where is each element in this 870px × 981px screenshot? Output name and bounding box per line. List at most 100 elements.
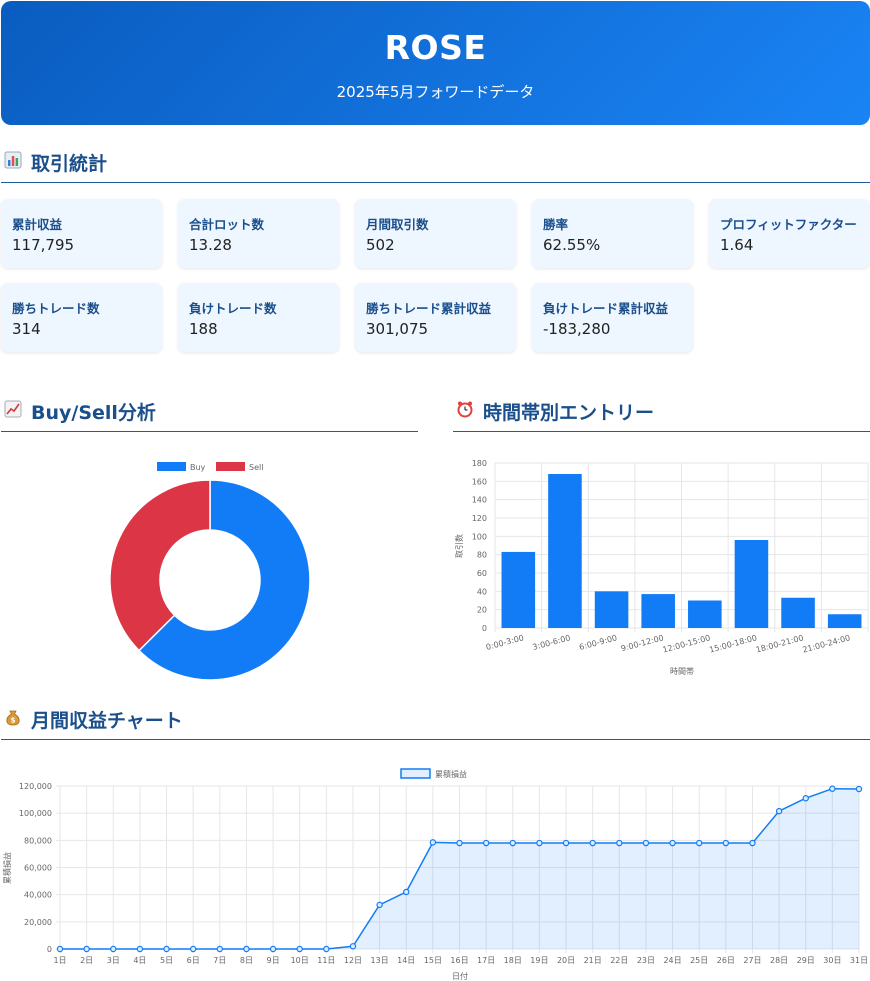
x-tick-label: 2日 bbox=[80, 956, 93, 965]
data-point[interactable] bbox=[456, 839, 463, 847]
section-title-text: 時間帯別エントリー bbox=[483, 402, 655, 424]
data-point[interactable] bbox=[509, 839, 516, 847]
stat-label: 負けトレード数 bbox=[189, 301, 277, 316]
data-point[interactable] bbox=[802, 795, 809, 802]
y-tick-label: 0 bbox=[47, 945, 52, 954]
bar[interactable] bbox=[548, 474, 582, 628]
data-point[interactable] bbox=[216, 945, 223, 953]
bar[interactable] bbox=[827, 614, 862, 628]
page-title: ROSE bbox=[384, 28, 487, 67]
data-point[interactable] bbox=[296, 945, 303, 953]
data-point[interactable] bbox=[243, 945, 250, 953]
legend-swatch-buy[interactable] bbox=[157, 462, 186, 471]
data-point[interactable] bbox=[562, 839, 570, 847]
data-point[interactable] bbox=[429, 839, 437, 846]
line-y-ticks: 0 20,000 40,000 60,000 80,000 100,000 120,000 bbox=[19, 782, 52, 954]
stat-value: 314 bbox=[12, 320, 41, 338]
data-point[interactable] bbox=[83, 945, 90, 953]
x-tick-label: 8日 bbox=[240, 956, 253, 965]
data-point[interactable] bbox=[403, 888, 410, 896]
stat-label: プロフィットファクター bbox=[720, 217, 857, 232]
y-tick-label: 60,000 bbox=[24, 864, 52, 873]
data-point[interactable] bbox=[536, 839, 543, 847]
x-tick-label: 19日 bbox=[530, 956, 548, 965]
x-tick-label: 24日 bbox=[663, 956, 681, 965]
x-tick-label: 15日 bbox=[424, 956, 442, 965]
legend-label-sell[interactable]: Sell bbox=[249, 463, 263, 472]
monthly-profit-line-chart: 累積損益 0 20,000 40,000 60,000 80,000 100,000 120… bbox=[2, 768, 868, 981]
stat-label: 合計ロット数 bbox=[189, 217, 265, 232]
bar[interactable] bbox=[594, 591, 629, 628]
data-point[interactable] bbox=[642, 839, 650, 847]
stat-value: -183,280 bbox=[543, 320, 611, 338]
x-tick-label: 17日 bbox=[477, 956, 495, 965]
data-point[interactable] bbox=[110, 945, 117, 953]
bar[interactable] bbox=[734, 540, 769, 628]
x-tick-label: 9:00-12:00 bbox=[620, 633, 665, 653]
x-tick-label: 22日 bbox=[610, 956, 628, 965]
stat-card-monthly-trades: 月間取引数 502 bbox=[355, 199, 516, 268]
legend-label[interactable]: 累積損益 bbox=[435, 769, 467, 779]
legend-label-buy[interactable]: Buy bbox=[190, 463, 206, 472]
data-point[interactable] bbox=[616, 839, 623, 847]
y-tick-label: 20,000 bbox=[24, 918, 52, 927]
data-point[interactable] bbox=[669, 839, 676, 847]
x-tick-label: 26日 bbox=[717, 956, 735, 965]
stat-label: 累計収益 bbox=[12, 217, 63, 232]
alarm-clock-icon bbox=[455, 400, 475, 423]
data-point[interactable] bbox=[136, 945, 144, 953]
section-title-hourly: 時間帯別エントリー bbox=[453, 392, 870, 432]
data-point[interactable] bbox=[163, 945, 170, 953]
data-point[interactable] bbox=[589, 839, 596, 847]
data-point[interactable] bbox=[56, 945, 64, 953]
section-title-text: 取引統計 bbox=[31, 153, 108, 175]
data-point[interactable] bbox=[376, 901, 383, 909]
bar-y-ticks: 0 20 40 60 80 100 120 140 160 180 bbox=[472, 459, 487, 633]
x-tick-label: 29日 bbox=[797, 956, 815, 965]
legend-swatch-sell[interactable] bbox=[216, 462, 245, 471]
svg-text:$: $ bbox=[11, 717, 16, 725]
x-tick-label: 18:00-21:00 bbox=[755, 633, 805, 654]
data-point[interactable] bbox=[349, 943, 357, 950]
line-x-ticks: 1日 2日 3日 4日 5日 6日 7日 8日 9日 10日 11日 12日 13日 14日 15日 16日 1… bbox=[53, 956, 868, 965]
data-point[interactable] bbox=[189, 945, 197, 953]
x-tick-label: 28日 bbox=[770, 956, 788, 965]
stat-label: 勝ちトレード数 bbox=[12, 301, 100, 316]
x-tick-label: 20日 bbox=[557, 956, 575, 965]
legend-swatch[interactable] bbox=[400, 768, 431, 779]
bar[interactable] bbox=[688, 600, 722, 629]
data-point[interactable] bbox=[829, 785, 836, 792]
doughnut-slice-sell[interactable] bbox=[109, 479, 211, 652]
data-point[interactable] bbox=[269, 945, 277, 953]
stat-card-profit-factor: プロフィットファクター 1.64 bbox=[709, 199, 870, 268]
y-tick-label: 180 bbox=[472, 459, 487, 468]
hourly-bar-chart: 0 20 40 60 80 100 120 140 160 180 0:00-3:00 3:00-6… bbox=[454, 459, 869, 676]
data-point[interactable] bbox=[323, 945, 330, 953]
data-point[interactable] bbox=[482, 839, 490, 847]
doughnut-legend: Buy Sell bbox=[157, 462, 263, 472]
stat-label: 月間取引数 bbox=[366, 217, 429, 232]
bar[interactable] bbox=[501, 551, 536, 628]
x-tick-label: 15:00-18:00 bbox=[708, 633, 758, 654]
x-tick-label: 11日 bbox=[317, 956, 335, 965]
stat-label: 勝率 bbox=[543, 217, 569, 232]
data-point[interactable] bbox=[775, 807, 783, 815]
section-title-monthly: $ 月間収益チャート bbox=[1, 700, 870, 740]
data-point[interactable] bbox=[749, 839, 756, 847]
x-tick-label: 3:00-6:00 bbox=[532, 633, 572, 652]
data-point[interactable] bbox=[855, 785, 863, 793]
stat-card-win-profit: 勝ちトレード累計収益 301,075 bbox=[355, 283, 516, 352]
page-header: ROSE 2025年5月フォワードデータ bbox=[1, 1, 870, 125]
data-point[interactable] bbox=[722, 839, 730, 847]
data-point[interactable] bbox=[696, 839, 703, 847]
bar[interactable] bbox=[641, 594, 675, 628]
stat-label: 勝ちトレード累計収益 bbox=[366, 301, 492, 316]
x-tick-label: 4日 bbox=[133, 956, 146, 965]
x-tick-label: 9日 bbox=[267, 956, 280, 965]
bar[interactable] bbox=[781, 597, 815, 628]
y-tick-label: 140 bbox=[472, 496, 487, 505]
stat-label: 負けトレード累計収益 bbox=[543, 301, 669, 316]
stat-value: 1.64 bbox=[720, 236, 754, 254]
stat-value: 117,795 bbox=[12, 236, 75, 254]
y-tick-label: 80,000 bbox=[24, 836, 52, 845]
